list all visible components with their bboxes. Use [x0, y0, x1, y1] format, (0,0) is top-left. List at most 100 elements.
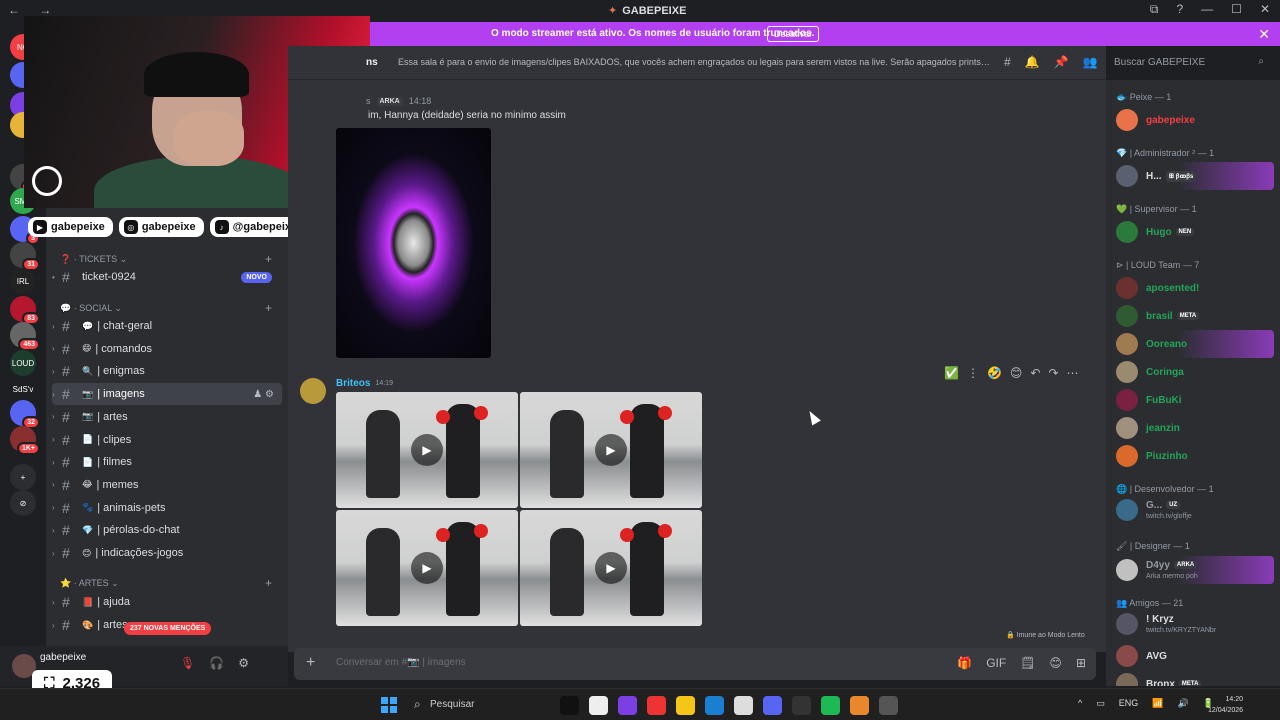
category-social[interactable]: 💬 · SOCIAL ⌄ +: [60, 301, 272, 315]
taskbar-app-icon[interactable]: [560, 696, 579, 715]
laugh-reaction-icon[interactable]: 🤣: [987, 366, 1002, 380]
server-icon[interactable]: 83: [10, 296, 40, 325]
help-icon[interactable]: ?: [1176, 2, 1183, 17]
add-channel-icon[interactable]: +: [265, 576, 272, 590]
member-item[interactable]: gabepeixe: [1112, 106, 1274, 134]
taskbar-app-icon[interactable]: [821, 696, 840, 715]
disable-streamer-mode-button[interactable]: Desativar: [767, 26, 820, 42]
forward-icon[interactable]: ↷: [1048, 366, 1058, 380]
new-mentions-badge[interactable]: 237 NOVAS MENÇÕES: [124, 622, 212, 635]
taskbar-app-icon[interactable]: [647, 696, 666, 715]
category-artes[interactable]: ⭐ · ARTES ⌄ +: [60, 576, 272, 590]
taskbar-icon[interactable]: ▭: [1096, 698, 1105, 709]
reply-icon[interactable]: ↶: [1030, 366, 1040, 380]
server-icon[interactable]: IRL: [10, 268, 36, 294]
taskbar-app-icon[interactable]: [792, 696, 811, 715]
member-item[interactable]: FuBuKi: [1112, 386, 1274, 414]
taskbar-app-icon[interactable]: [850, 696, 869, 715]
channel-topic[interactable]: Essa sala é para o envio de imagens/clip…: [398, 57, 992, 67]
server-icon[interactable]: 1K+: [10, 426, 40, 455]
server-icon[interactable]: SdS'v: [10, 376, 36, 402]
more-options-icon[interactable]: ⋯: [1067, 366, 1079, 380]
channel-item[interactable]: › # 😊 | indicações-jogos: [52, 542, 282, 564]
message-input[interactable]: + Conversar em #📷 | imagens 🎁 GIF 🗒 😊 ⊞: [294, 648, 1096, 680]
server-icon[interactable]: ⊘: [10, 490, 36, 516]
member-item[interactable]: G... UZ twitch.tv/gloffje: [1112, 496, 1274, 524]
play-icon[interactable]: ▶: [411, 552, 443, 584]
member-item[interactable]: Piuzinho: [1112, 442, 1274, 470]
channel-item[interactable]: › # 📄 | filmes: [52, 451, 282, 473]
language-indicator[interactable]: ENG: [1119, 698, 1139, 709]
sticker-icon[interactable]: 🗒: [1020, 656, 1035, 670]
avatar[interactable]: [300, 378, 326, 404]
video-attachment[interactable]: ▶: [336, 510, 518, 626]
emoji-icon[interactable]: 😊: [1049, 656, 1062, 670]
inbox-icon[interactable]: ⧉: [1150, 2, 1159, 17]
server-icon[interactable]: +: [10, 464, 36, 490]
channel-item[interactable]: › # 😂 | memes: [52, 474, 282, 496]
windows-start-icon[interactable]: [381, 697, 397, 713]
headset-icon[interactable]: 🎧: [209, 656, 224, 670]
member-item[interactable]: ! Kryz twitch.tv/KRYZTYANbr: [1112, 610, 1274, 638]
channel-item[interactable]: › # 📄 | clipes: [52, 429, 282, 451]
member-item[interactable]: Ooreano: [1112, 330, 1274, 358]
play-icon[interactable]: ▶: [411, 434, 443, 466]
clock[interactable]: 14:20 12/04/2026: [1208, 694, 1243, 716]
wifi-icon[interactable]: 📶: [1152, 698, 1163, 709]
member-item[interactable]: H... ꕥ ꞵꝏꞵs: [1112, 162, 1274, 190]
category-tickets[interactable]: ❓ · TICKETS ⌄ +: [60, 252, 272, 266]
search-input[interactable]: Buscar GABEPEIXE ⌕: [1106, 52, 1272, 74]
add-channel-icon[interactable]: +: [265, 301, 272, 315]
video-attachment[interactable]: ▶: [520, 392, 702, 508]
taskbar-search[interactable]: Pesquisar: [410, 695, 550, 715]
username[interactable]: gabepeixe: [40, 652, 86, 663]
add-reaction-icon[interactable]: 😊: [1010, 366, 1023, 380]
volume-icon[interactable]: 🔊: [1177, 698, 1188, 709]
add-channel-icon[interactable]: +: [265, 252, 272, 266]
minimize-button[interactable]: —: [1201, 2, 1213, 17]
check-reaction-icon[interactable]: ✅: [944, 366, 959, 380]
server-icon[interactable]: LOUD: [10, 350, 36, 376]
taskbar-app-icon[interactable]: [734, 696, 753, 715]
members-icon[interactable]: 👥: [1083, 55, 1098, 69]
mute-mic-icon[interactable]: 🎙: [180, 656, 195, 670]
channel-item[interactable]: › # 📷 | imagens ♟ ⚙: [52, 383, 282, 406]
nav-arrows[interactable]: ← →: [8, 3, 59, 17]
bell-icon[interactable]: 🔔: [1025, 55, 1040, 69]
play-icon[interactable]: ▶: [595, 434, 627, 466]
author-name[interactable]: s: [366, 96, 371, 106]
member-item[interactable]: brasil META: [1112, 302, 1274, 330]
channel-item[interactable]: › # 📕 | ajuda: [52, 591, 282, 613]
server-icon[interactable]: 463: [10, 322, 40, 351]
channel-ticket[interactable]: • # ticket-0924 NOVO: [52, 266, 282, 288]
taskbar-app-icon[interactable]: [705, 696, 724, 715]
member-item[interactable]: D4yy ARKA Arka mermo poh: [1112, 556, 1274, 584]
video-attachment[interactable]: ▶: [520, 510, 702, 626]
video-attachment[interactable]: ▶: [336, 392, 518, 508]
taskbar-app-icon[interactable]: [879, 696, 898, 715]
author-name[interactable]: Briteos: [336, 378, 370, 389]
channel-item[interactable]: › # 📷 | artes: [52, 406, 282, 428]
gif-icon[interactable]: GIF: [986, 656, 1006, 670]
taskbar-app-icon[interactable]: [618, 696, 637, 715]
channel-item[interactable]: › # 🐾 | animais-pets: [52, 497, 282, 519]
taskbar-app-icon[interactable]: [763, 696, 782, 715]
more-reactions-icon[interactable]: ⋮: [967, 366, 979, 380]
server-icon[interactable]: 31: [10, 242, 40, 271]
member-item[interactable]: Coringa: [1112, 358, 1274, 386]
pin-icon[interactable]: 📌: [1054, 55, 1069, 69]
taskbar-app-icon[interactable]: [676, 696, 695, 715]
channel-item[interactable]: › # 😄 | comandos: [52, 338, 282, 360]
member-item[interactable]: jeanzin: [1112, 414, 1274, 442]
server-icon[interactable]: 32: [10, 400, 40, 429]
member-item[interactable]: aposented!: [1112, 274, 1274, 302]
threads-icon[interactable]: #: [1004, 55, 1011, 69]
apps-icon[interactable]: ⊞: [1076, 656, 1086, 670]
channel-item[interactable]: › # 💎 | pérolas-do-chat: [52, 519, 282, 541]
gift-icon[interactable]: 🎁: [957, 656, 972, 670]
channel-settings-icon[interactable]: ♟ ⚙: [253, 389, 274, 400]
show-hidden-icons[interactable]: ^: [1078, 698, 1082, 709]
member-item[interactable]: Bronx META: [1112, 670, 1274, 686]
member-item[interactable]: AVG: [1112, 642, 1274, 670]
close-window-button[interactable]: ✕: [1260, 2, 1270, 17]
